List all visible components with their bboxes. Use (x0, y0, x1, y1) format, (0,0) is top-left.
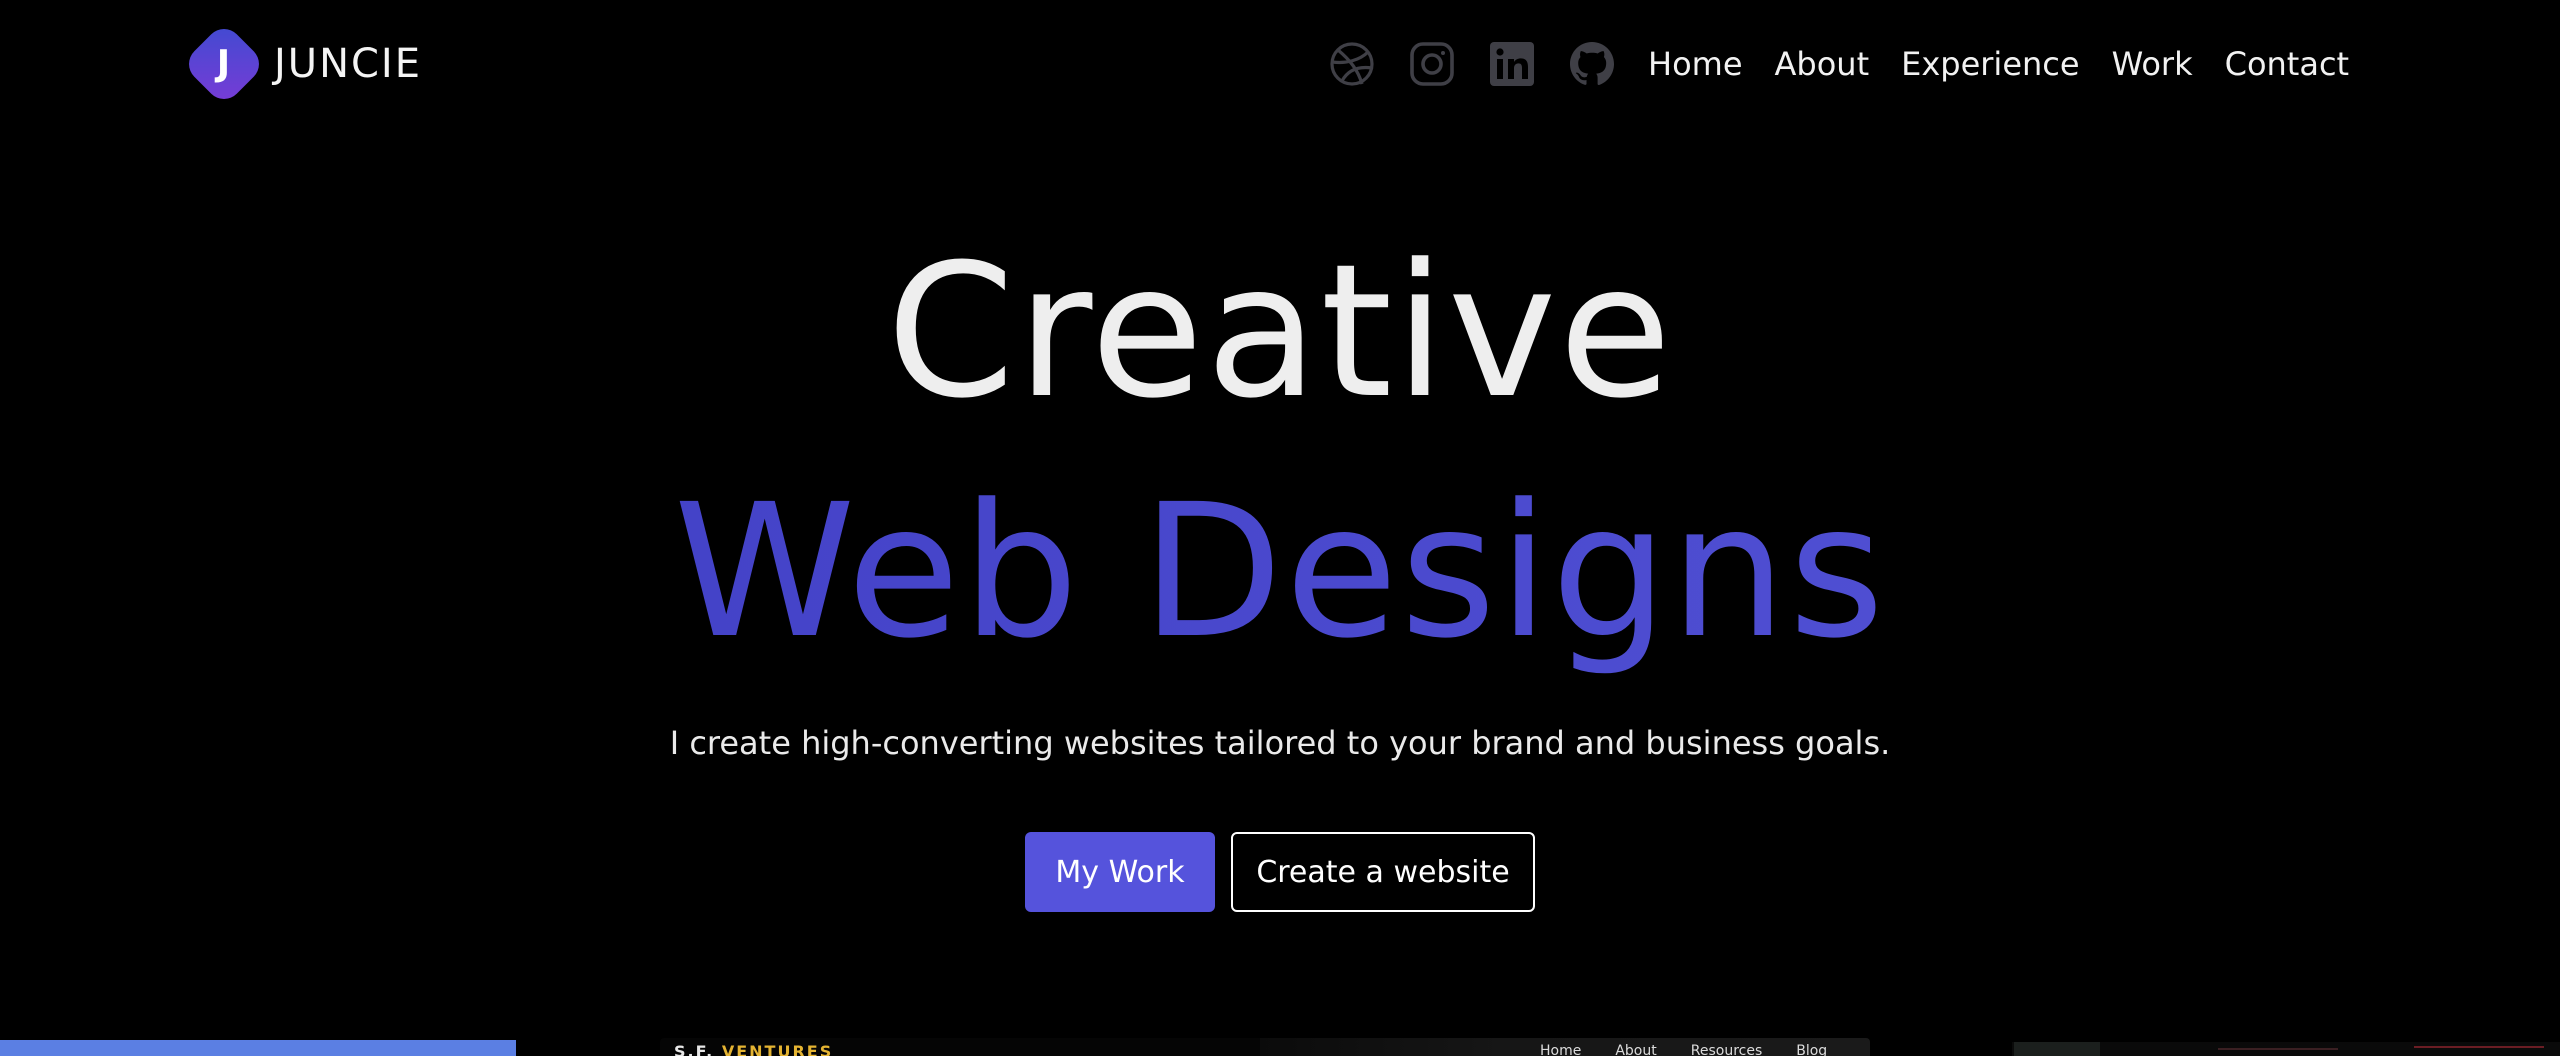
hero-buttons: My Work Create a website (0, 832, 2560, 912)
preview-card-logo: S.F. VENTURES (674, 1042, 833, 1056)
create-website-button[interactable]: Create a website (1231, 832, 1535, 912)
preview-nav-item: Resources (1690, 1043, 1763, 1056)
logo-letter: J (217, 43, 231, 85)
github-link[interactable] (1568, 40, 1616, 88)
nav-home[interactable]: Home (1648, 45, 1743, 83)
preview-card-sf-ventures[interactable]: S.F. VENTURES Home About Resources Blog (660, 1038, 1870, 1056)
dribbble-link[interactable] (1328, 40, 1376, 88)
work-preview-strip: S.F. VENTURES Home About Resources Blog (0, 1038, 2560, 1056)
preview-nav-item: About (1615, 1043, 1657, 1056)
top-navigation: J JUNCIE Home About Experience Work Cont… (0, 0, 2560, 128)
preview-brand-second: VENTURES (721, 1042, 834, 1056)
preview-line (2414, 1046, 2544, 1048)
nav-work[interactable]: Work (2112, 45, 2193, 83)
dribbble-icon (1330, 42, 1374, 86)
github-icon (1570, 42, 1614, 86)
main-menu: Home About Experience Work Contact (1648, 45, 2349, 83)
nav-right: Home About Experience Work Contact (1328, 34, 2349, 94)
linkedin-icon (1490, 42, 1534, 86)
nav-experience[interactable]: Experience (1901, 45, 2079, 83)
nav-contact[interactable]: Contact (2225, 45, 2350, 83)
preview-card-nav: Home About Resources Blog (1540, 1043, 1827, 1056)
hero-title-line2: Web Designs (0, 462, 2560, 682)
logo-icon: J (181, 21, 267, 107)
brand-logo-link[interactable]: J JUNCIE (181, 21, 422, 107)
preview-nav-item: Home (1540, 1043, 1582, 1056)
preview-thumbnail (2014, 1042, 2100, 1056)
preview-nav-item: Blog (1796, 1043, 1828, 1056)
instagram-link[interactable] (1408, 40, 1456, 88)
linkedin-link[interactable] (1488, 40, 1536, 88)
hero-title-line1: Creative (886, 225, 1674, 439)
brand-name: JUNCIE (274, 41, 422, 87)
social-links (1328, 40, 1616, 88)
preview-card-left[interactable] (0, 1040, 516, 1056)
page: J JUNCIE Home About Experience Work Cont… (0, 0, 2560, 1056)
preview-line (2218, 1048, 2338, 1050)
preview-brand-first: S.F. (674, 1042, 715, 1056)
preview-card-right[interactable] (2012, 1042, 2560, 1056)
my-work-button[interactable]: My Work (1025, 832, 1215, 912)
instagram-icon (1410, 42, 1454, 86)
nav-about[interactable]: About (1775, 45, 1870, 83)
hero-subtitle: I create high-converting websites tailor… (669, 724, 1891, 762)
